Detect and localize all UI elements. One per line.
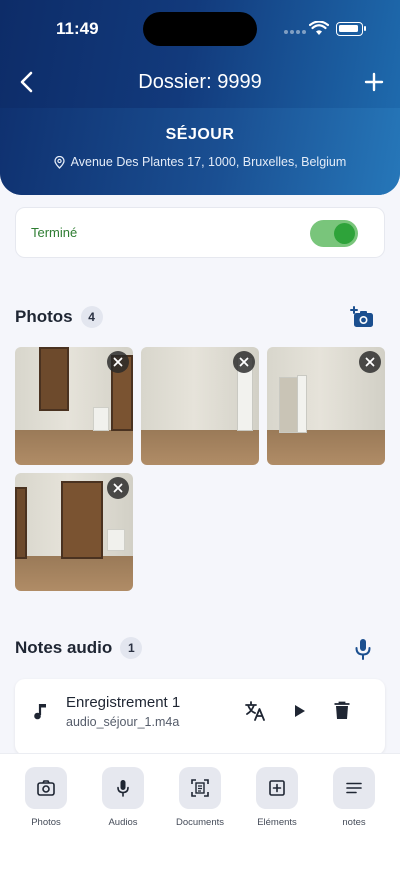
audio-heading: Notes audio <box>15 638 113 657</box>
status-bar: 11:49 <box>0 0 400 58</box>
photo-thumbnail[interactable] <box>15 347 133 465</box>
microphone-icon[interactable] <box>350 636 376 662</box>
room-address: Avenue Des Plantes 17, 1000, Bruxelles, … <box>0 155 400 169</box>
document-scan-icon <box>191 779 209 797</box>
close-icon <box>365 357 375 367</box>
tab-elements[interactable]: Eléments <box>238 767 316 828</box>
audio-item-file: audio_séjour_1.m4a <box>66 715 180 729</box>
photo-thumbnail[interactable] <box>267 347 385 465</box>
status-label: Terminé <box>31 225 78 240</box>
audio-header: Notes audio 1 <box>15 637 143 659</box>
tab-photos[interactable]: Photos <box>7 767 85 828</box>
camera-icon <box>37 780 55 796</box>
tab-elements-label: Eléments <box>257 817 297 828</box>
trash-icon[interactable] <box>330 699 354 723</box>
status-card: Terminé <box>15 207 385 258</box>
address-text: Avenue Des Plantes 17, 1000, Bruxelles, … <box>70 155 347 169</box>
tab-photos-label: Photos <box>31 817 61 828</box>
room-band <box>0 108 400 195</box>
tab-audios[interactable]: Audios <box>84 767 162 828</box>
photos-count-badge: 4 <box>80 306 103 328</box>
nav-bar: Dossier: 9999 <box>0 60 400 104</box>
notes-icon <box>346 782 362 794</box>
remove-photo-button[interactable] <box>359 351 381 373</box>
wifi-icon <box>309 21 329 35</box>
page-title: Dossier: 9999 <box>138 71 262 93</box>
close-icon <box>113 483 123 493</box>
audio-count-badge: 1 <box>120 637 143 659</box>
room-name: SÉJOUR <box>165 126 235 143</box>
close-icon <box>113 357 123 367</box>
location-pin-icon <box>54 155 65 169</box>
tab-notes-label: notes <box>342 817 366 828</box>
photo-thumbnail[interactable] <box>15 473 133 591</box>
tab-notes[interactable]: notes <box>315 767 393 828</box>
bottom-tab-bar: Photos Audios Documents Eléments notes <box>0 753 400 869</box>
close-icon <box>239 357 249 367</box>
music-note-icon <box>34 704 46 720</box>
photo-thumbnail[interactable] <box>141 347 259 465</box>
tab-documents[interactable]: Documents <box>161 767 239 828</box>
add-box-icon <box>269 780 285 796</box>
signal-icon <box>284 30 306 34</box>
add-photo-icon[interactable] <box>350 305 376 331</box>
audio-item-name: Enregistrement 1 <box>66 694 181 711</box>
status-time: 11:49 <box>56 19 99 38</box>
add-icon[interactable] <box>360 68 388 96</box>
audio-item[interactable]: Enregistrement 1 audio_séjour_1.m4a <box>15 679 385 755</box>
dynamic-island <box>143 12 257 46</box>
photos-heading: Photos <box>15 307 73 326</box>
tab-audios-label: Audios <box>108 817 138 828</box>
header: 11:49 Dossier: 9999 SÉJOUR Avenue Des Pl… <box>0 0 400 195</box>
translate-icon[interactable] <box>243 699 267 723</box>
tab-documents-label: Documents <box>175 817 225 828</box>
battery-icon <box>336 22 366 36</box>
photos-header: Photos 4 <box>15 306 103 328</box>
remove-photo-button[interactable] <box>233 351 255 373</box>
play-icon[interactable] <box>287 699 311 723</box>
completed-toggle[interactable] <box>310 220 358 247</box>
remove-photo-button[interactable] <box>107 477 129 499</box>
remove-photo-button[interactable] <box>107 351 129 373</box>
microphone-icon <box>117 780 129 797</box>
